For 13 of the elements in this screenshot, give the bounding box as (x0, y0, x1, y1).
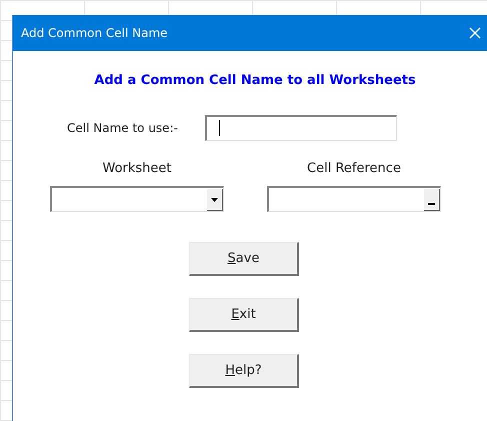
text-cursor (219, 120, 220, 136)
worksheet-label: Worksheet (102, 160, 172, 178)
cell-name-label: Cell Name to use:- (67, 120, 179, 136)
dialog-button[interactable]: Exit (189, 298, 299, 332)
dialog-button[interactable]: Save (189, 242, 299, 276)
dialog-heading: Add a Common Cell Name to all Worksheets (94, 72, 416, 90)
collapse-dialog-icon[interactable] (424, 189, 440, 211)
window-title: Add Common Cell Name (21, 25, 168, 42)
cell-reference-label: Cell Reference (307, 160, 401, 178)
close-icon[interactable] (469, 27, 481, 39)
dialog-button[interactable]: Help? (189, 354, 299, 388)
cell-reference-field[interactable] (267, 186, 441, 212)
cell-name-field[interactable] (205, 114, 397, 140)
